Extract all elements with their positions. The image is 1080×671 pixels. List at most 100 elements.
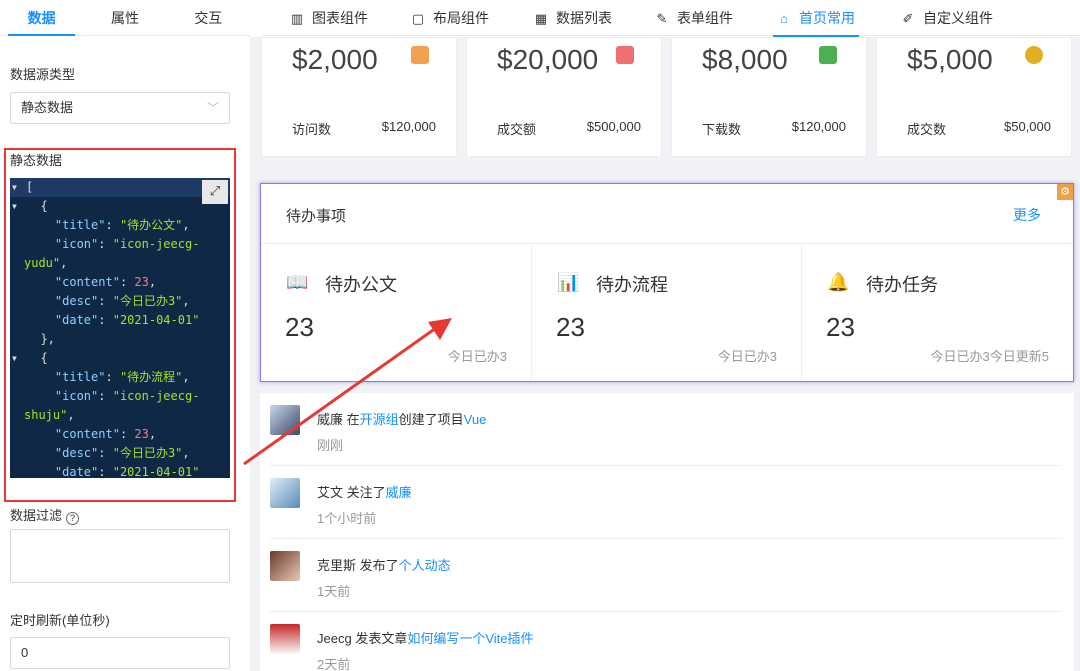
avatar[interactable]: [270, 478, 300, 508]
tab-data[interactable]: 数据: [0, 0, 83, 36]
stat-card[interactable]: $2,000 访问数 $120,000: [261, 37, 457, 157]
datasource-type-label: 数据源类型: [10, 67, 76, 82]
stat-card[interactable]: $5,000 成交数 $50,000: [876, 37, 1072, 157]
stat-label: 访问数: [292, 122, 332, 137]
code-line: ▼ {: [10, 349, 230, 368]
feed-text: 克里斯 发布了个人动态: [317, 558, 451, 573]
code-line: "desc": "今日已办3",: [54, 446, 190, 460]
feed-link[interactable]: 开源组: [360, 412, 399, 427]
code-line: "date": "2021-04-01": [54, 465, 200, 478]
code-line: "icon": "icon-jeecg-: [54, 389, 200, 403]
nav-data-list[interactable]: ▦ 数据列表: [534, 0, 612, 36]
config-tabs: 数据 属性 交互: [0, 0, 250, 36]
todo-item-tasks[interactable]: 🔔 待办任务 23 今日已办3今日更新5: [802, 244, 1073, 381]
code-line: "date": "2021-04-01": [54, 313, 200, 327]
stat-card[interactable]: $20,000 成交额 $500,000: [466, 37, 662, 157]
nav-form-components[interactable]: ✎ 表单组件: [655, 0, 733, 36]
list-item: Jeecg 发表文章如何编写一个Vite插件 2天前: [270, 612, 1062, 671]
feed-time: 刚刚: [317, 438, 344, 453]
table-icon: ▦: [534, 11, 548, 26]
image-icon: [819, 46, 837, 64]
more-link[interactable]: 更多: [1013, 205, 1041, 225]
home-icon: ⌂: [780, 11, 788, 26]
code-line: ▼ {: [10, 197, 230, 216]
activity-feed: 威廉 在开源组创建了项目Vue 刚刚 艾文 关注了威廉 1个小时前 克里斯 发布…: [260, 393, 1074, 671]
code-line: yudu",: [24, 256, 68, 270]
avatar[interactable]: [270, 624, 300, 654]
list-item: 威廉 在开源组创建了项目Vue 刚刚: [270, 393, 1062, 466]
list-item: 艾文 关注了威廉 1个小时前: [270, 466, 1062, 539]
stat-amount: $5,000: [907, 44, 993, 75]
coin-icon: [1025, 46, 1043, 64]
nav-layout-components[interactable]: ▢ 布局组件: [411, 0, 489, 36]
fold-arrow-icon[interactable]: ▼: [12, 197, 17, 216]
chart-icon: 📊: [557, 272, 580, 292]
refresh-label: 定时刷新(单位秒): [10, 613, 110, 628]
code-line: "content": 23,: [54, 275, 157, 289]
filter-label: 数据过滤?: [10, 505, 80, 525]
fold-arrow-icon[interactable]: ▼: [12, 349, 17, 368]
stat-total: $120,000: [381, 119, 436, 134]
wallet-icon: [411, 46, 429, 64]
nav-home-common[interactable]: ⌂ 首页常用: [773, 0, 859, 37]
todo-header: 待办事项 更多 ⚙: [261, 184, 1073, 244]
datasource-value: 静态数据: [21, 100, 74, 115]
todo-count: 23: [556, 312, 585, 342]
tab-interaction[interactable]: 交互: [167, 0, 250, 35]
gear-icon[interactable]: ⚙: [1057, 184, 1073, 200]
feed-text: 艾文 关注了威廉: [317, 485, 412, 500]
stat-label: 成交额: [497, 122, 537, 137]
code-line: },: [26, 332, 55, 346]
tab-properties[interactable]: 属性: [83, 0, 166, 35]
stat-amount: $2,000: [292, 44, 378, 75]
todo-desc: 今日已办3今日更新5: [930, 349, 1049, 364]
code-line: "content": 23,: [54, 427, 157, 441]
list-item: 克里斯 发布了个人动态 1天前: [270, 539, 1062, 612]
code-line: "title": "待办公文",: [54, 218, 190, 232]
fold-arrow-icon[interactable]: ▼: [12, 178, 17, 197]
todo-item-documents[interactable]: 📖 待办公文 23 今日已办3: [261, 244, 532, 381]
feed-link[interactable]: 如何编写一个Vite插件: [407, 631, 533, 646]
stat-card[interactable]: $8,000 下载数 $120,000: [671, 37, 867, 157]
nav-chart-components[interactable]: ▥ 图表组件: [290, 0, 368, 36]
avatar[interactable]: [270, 405, 300, 435]
nav-custom-components[interactable]: ✐ 自定义组件: [901, 0, 993, 36]
component-nav: ▥ 图表组件 ▢ 布局组件 ▦ 数据列表 ✎ 表单组件 ⌂ 首页常用 ✐ 自定义组件: [262, 0, 1080, 37]
code-line: shuju",: [24, 408, 75, 422]
code-line: ▼[: [10, 178, 230, 197]
filter-textarea[interactable]: [10, 529, 230, 583]
todo-name: 待办公文: [325, 275, 397, 295]
static-data-label: 静态数据: [10, 153, 63, 168]
custom-icon: ✐: [902, 11, 914, 26]
fullscreen-icon[interactable]: ⤢: [202, 180, 228, 204]
chevron-down-icon: ﹀: [206, 101, 219, 115]
refresh-input[interactable]: 0: [10, 637, 230, 669]
todo-widget[interactable]: 待办事项 更多 ⚙ 📖 待办公文 23 今日已办3 📊 待办流程 23 今日已办…: [260, 183, 1074, 382]
layout-icon: ▢: [411, 11, 425, 26]
todo-desc: 今日已办3: [717, 349, 777, 364]
feed-text: 威廉 在开源组创建了项目Vue: [317, 412, 487, 427]
todo-count: 23: [285, 312, 314, 342]
stat-label: 下载数: [702, 122, 742, 137]
avatar[interactable]: [270, 551, 300, 581]
feed-text: Jeecg 发表文章如何编写一个Vite插件: [317, 631, 534, 646]
datasource-select[interactable]: 静态数据 ﹀: [10, 92, 230, 124]
todo-desc: 今日已办3: [447, 349, 507, 364]
feed-link[interactable]: 威廉: [386, 485, 412, 500]
feed-link[interactable]: 个人动态: [399, 558, 451, 573]
todo-count: 23: [826, 312, 855, 342]
stat-total: $500,000: [586, 119, 641, 134]
json-editor[interactable]: ▼[ ▼ { "title": "待办公文", "icon": "icon-je…: [10, 178, 230, 478]
todo-name: 待办任务: [866, 275, 938, 295]
config-panel: 数据 属性 交互 数据源类型 静态数据 ﹀ 静态数据 ▼[ ▼ { "title…: [0, 0, 250, 671]
feed-time: 2天前: [317, 657, 351, 671]
book-icon: 📖: [286, 272, 309, 292]
todo-item-process[interactable]: 📊 待办流程 23 今日已办3: [532, 244, 802, 381]
stat-amount: $20,000: [497, 44, 599, 75]
bell-icon: 🔔: [827, 272, 850, 292]
code-line: "title": "待办流程",: [54, 370, 190, 384]
help-icon[interactable]: ?: [66, 512, 80, 525]
stat-amount: $8,000: [702, 44, 788, 75]
feed-link[interactable]: Vue: [464, 412, 487, 427]
coupon-icon: [616, 46, 634, 64]
